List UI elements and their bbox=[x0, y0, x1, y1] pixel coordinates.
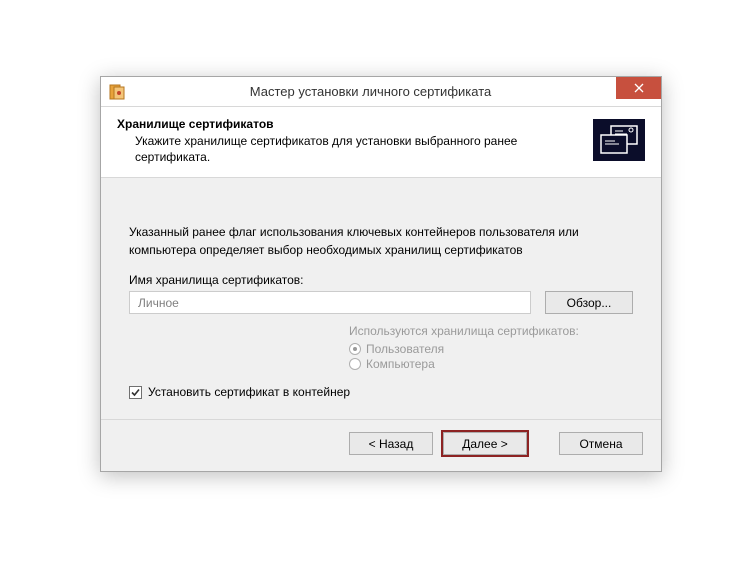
install-to-container-row[interactable]: Установить сертификат в контейнер bbox=[129, 385, 633, 399]
store-name-input bbox=[129, 291, 531, 314]
radio-user-label: Пользователя bbox=[366, 342, 444, 356]
wizard-dialog: Мастер установки личного сертификата Хра… bbox=[100, 76, 662, 472]
titlebar: Мастер установки личного сертификата bbox=[101, 77, 661, 107]
wizard-header: Хранилище сертификатов Укажите хранилище… bbox=[101, 107, 661, 178]
wizard-body: Указанный ранее флаг использования ключе… bbox=[101, 178, 661, 419]
next-button[interactable]: Далее > bbox=[443, 432, 527, 455]
browse-button[interactable]: Обзор... bbox=[545, 291, 633, 314]
install-to-container-checkbox[interactable] bbox=[129, 386, 142, 399]
back-button[interactable]: < Назад bbox=[349, 432, 433, 455]
store-scope-label: Используются хранилища сертификатов: bbox=[349, 324, 633, 338]
wizard-footer: < Назад Далее > Отмена bbox=[101, 419, 661, 471]
checkmark-icon bbox=[130, 387, 141, 398]
header-texts: Хранилище сертификатов Укажите хранилище… bbox=[117, 117, 583, 165]
radio-user: Пользователя bbox=[349, 342, 633, 356]
store-name-label: Имя хранилища сертификатов: bbox=[129, 273, 633, 287]
store-scope-group: Используются хранилища сертификатов: Пол… bbox=[349, 324, 633, 371]
close-icon bbox=[634, 83, 644, 93]
radio-user-indicator bbox=[349, 343, 361, 355]
install-to-container-label: Установить сертификат в контейнер bbox=[148, 385, 350, 399]
radio-computer-indicator bbox=[349, 358, 361, 370]
app-icon bbox=[109, 84, 125, 100]
spacer bbox=[537, 432, 549, 455]
window-title: Мастер установки личного сертификата bbox=[125, 84, 661, 99]
store-name-input-row: Обзор... bbox=[129, 291, 633, 314]
radio-computer: Компьютера bbox=[349, 357, 633, 371]
store-name-field: Имя хранилища сертификатов: Обзор... bbox=[129, 273, 633, 314]
header-subtitle: Укажите хранилище сертификатов для устан… bbox=[117, 133, 583, 165]
close-button[interactable] bbox=[616, 77, 661, 99]
cancel-button[interactable]: Отмена bbox=[559, 432, 643, 455]
info-text: Указанный ранее флаг использования ключе… bbox=[129, 224, 633, 259]
radio-computer-label: Компьютера bbox=[366, 357, 435, 371]
certificate-icon bbox=[593, 119, 645, 161]
header-title: Хранилище сертификатов bbox=[117, 117, 583, 131]
